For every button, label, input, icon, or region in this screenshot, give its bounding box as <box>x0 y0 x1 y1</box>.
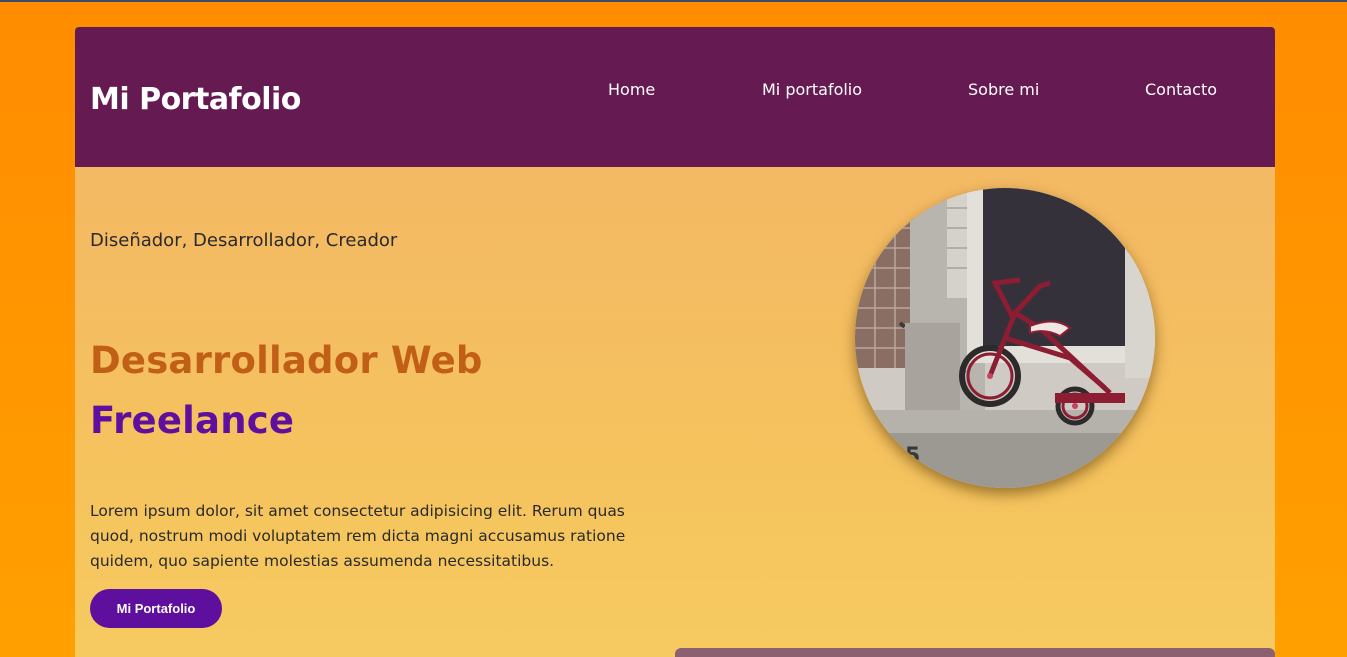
nav-link-sobre-mi[interactable]: Sobre mi <box>968 80 1039 99</box>
profile-photo: 5 <box>855 188 1155 488</box>
top-border <box>0 0 1347 2</box>
nav-link-contacto[interactable]: Contacto <box>1145 80 1217 99</box>
tricycle-photo-image: 5 <box>855 188 1155 488</box>
nav-link-home[interactable]: Home <box>608 80 655 99</box>
hero-title-line2: Freelance <box>90 399 295 442</box>
page-container: Mi Portafolio Home Mi portafolio Sobre m… <box>75 27 1275 657</box>
mi-portafolio-button[interactable]: Mi Portafolio <box>90 589 222 628</box>
nav-link-mi-portafolio[interactable]: Mi portafolio <box>762 80 862 99</box>
hero-description: Lorem ipsum dolor, sit amet consectetur … <box>90 502 626 570</box>
svg-text:5: 5 <box>905 444 920 469</box>
hero-title-line1: Desarrollador Web <box>90 339 483 382</box>
site-header: Mi Portafolio Home Mi portafolio Sobre m… <box>75 27 1275 167</box>
hero-tagline: Diseñador, Desarrollador, Creador <box>90 230 398 251</box>
next-section-bar <box>675 648 1275 657</box>
site-brand[interactable]: Mi Portafolio <box>90 82 301 117</box>
